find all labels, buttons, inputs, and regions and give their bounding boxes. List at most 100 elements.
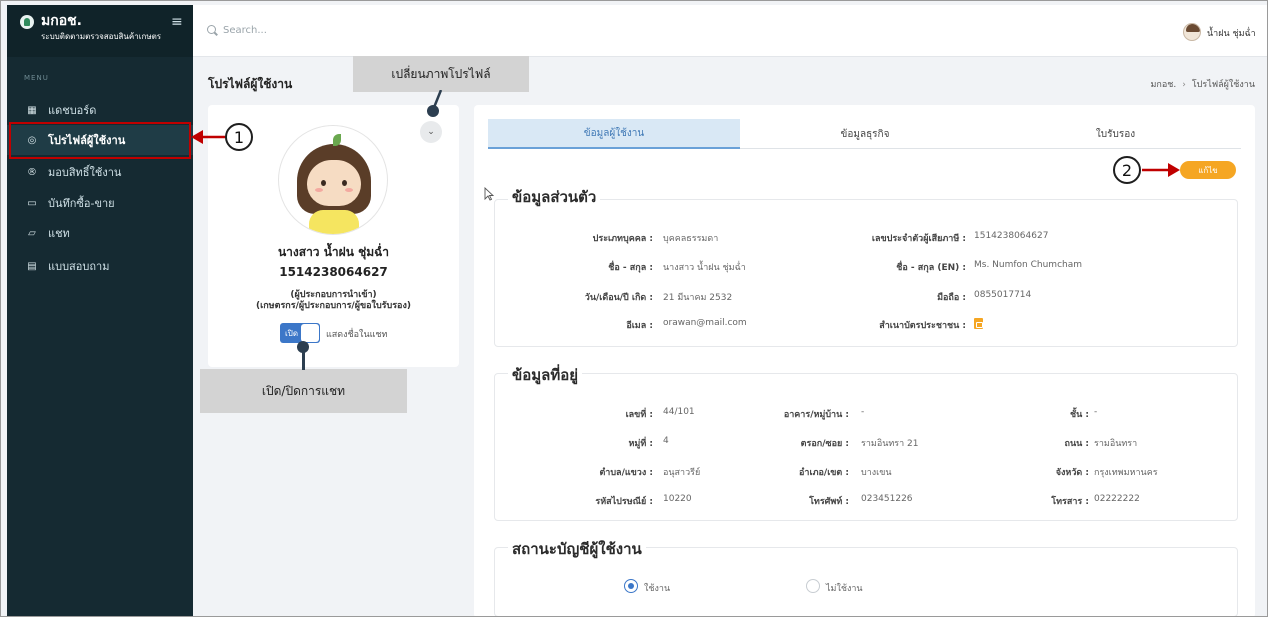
user-detail-panel: ข้อมูลผู้ใช้งาน ข้อมูลธุรกิจ ใบรับรอง แก… bbox=[474, 105, 1255, 616]
status-inactive-radio[interactable] bbox=[806, 579, 820, 593]
field-label: ถนน : bbox=[1064, 439, 1090, 449]
sidebar-item-label: แดชบอร์ด bbox=[48, 104, 97, 117]
field-value: 44/101 bbox=[663, 407, 695, 417]
field-value: 0855017714 bbox=[974, 290, 1032, 300]
callout-toggle-chat: เปิด/ปิดการแชท bbox=[200, 369, 407, 413]
leaf-logo-icon bbox=[20, 15, 34, 29]
field-label: อีเมล : bbox=[626, 321, 653, 331]
field-label: โทรศัพท์ : bbox=[809, 497, 849, 507]
dashboard-icon: ▦ bbox=[27, 104, 37, 116]
breadcrumb-separator-icon: › bbox=[1182, 80, 1186, 90]
user-avatar[interactable] bbox=[1183, 23, 1201, 41]
brand-title: มกอช. bbox=[41, 13, 82, 29]
highlight-profile-menu bbox=[9, 122, 191, 159]
breadcrumb-current: โปรไฟล์ผู้ใช้งาน bbox=[1191, 80, 1255, 90]
app-window: มกอช. ระบบติดตามตรวจสอบสินค้าเกษตร ≡ MEN… bbox=[0, 0, 1268, 617]
sidebar-item-chat[interactable]: ▱ แชท bbox=[7, 218, 193, 248]
sidebar-item-trade-record[interactable]: ▭ บันทึกซื้อ-ขาย bbox=[7, 188, 193, 218]
field-label: ชื่อ - สกุล (EN) : bbox=[896, 263, 966, 273]
callout-dot-icon bbox=[297, 341, 309, 353]
field-label: ตรอก/ซอย : bbox=[800, 439, 849, 449]
personal-info-section bbox=[494, 199, 1238, 347]
sidebar: มกอช. ระบบติดตามตรวจสอบสินค้าเกษตร ≡ MEN… bbox=[7, 5, 193, 616]
arrow-right-icon bbox=[1142, 163, 1180, 177]
chat-visibility-toggle[interactable]: เปิด bbox=[280, 323, 320, 343]
survey-icon: ▤ bbox=[27, 260, 37, 272]
field-label: มือถือ : bbox=[937, 293, 966, 303]
field-value: - bbox=[861, 407, 865, 417]
topbar: น้ำฝน ชุ่มฉ่ำ bbox=[193, 5, 1267, 57]
registered-icon: ® bbox=[27, 166, 37, 178]
chat-icon: ▱ bbox=[28, 227, 36, 239]
document-icon: ▭ bbox=[27, 197, 37, 209]
address-title: ข้อมูลที่อยู่ bbox=[508, 363, 583, 387]
status-inactive-label[interactable]: ไม่ใช้งาน bbox=[826, 581, 863, 595]
annotation-marker-2: 2 bbox=[1113, 156, 1141, 184]
brand-subtitle: ระบบติดตามตรวจสอบสินค้าเกษตร bbox=[41, 32, 162, 41]
profile-avatar bbox=[278, 125, 388, 235]
field-value: - bbox=[1094, 407, 1098, 417]
tab-business-info[interactable]: ข้อมูลธุรกิจ bbox=[740, 119, 990, 149]
menu-caption: MENU bbox=[24, 74, 49, 82]
sidebar-item-survey[interactable]: ▤ แบบสอบถาม bbox=[7, 251, 193, 281]
sidebar-item-dashboard[interactable]: ▦ แดชบอร์ด bbox=[7, 95, 193, 125]
field-label: เลขประจำตัวผู้เสียภาษี : bbox=[871, 234, 966, 244]
breadcrumb: มกอช. › โปรไฟล์ผู้ใช้งาน bbox=[1150, 77, 1255, 91]
profile-role-detail: (เกษตรกร/ผู้ประกอบการ/ผู้ขอใบรับรอง) bbox=[256, 301, 411, 311]
sidebar-item-label: บันทึกซื้อ-ขาย bbox=[48, 197, 115, 210]
sidebar-item-permissions[interactable]: ® มอบสิทธิ์ใช้งาน bbox=[7, 157, 193, 187]
sidebar-item-label: แบบสอบถาม bbox=[48, 260, 110, 273]
status-active-label[interactable]: ใช้งาน bbox=[644, 581, 670, 595]
hamburger-menu-icon[interactable]: ≡ bbox=[171, 14, 183, 30]
user-name[interactable]: น้ำฝน ชุ่มฉ่ำ bbox=[1207, 26, 1256, 40]
search-icon bbox=[207, 25, 216, 34]
field-label: ชื่อ - สกุล : bbox=[608, 263, 653, 273]
tab-bar: ข้อมูลผู้ใช้งาน ข้อมูลธุรกิจ ใบรับรอง bbox=[488, 119, 1241, 149]
toggle-state-label: เปิด bbox=[285, 329, 299, 338]
field-value: กรุงเทพมหานคร bbox=[1094, 468, 1158, 478]
field-value: บางเขน bbox=[861, 468, 892, 478]
search-input[interactable] bbox=[223, 21, 443, 39]
field-label: จังหวัด : bbox=[1055, 468, 1089, 478]
chat-toggle-label: แสดงชื่อในแชท bbox=[326, 330, 388, 340]
field-label: สำเนาบัตรประชาชน : bbox=[879, 321, 966, 331]
field-value: อนุสาวรีย์ bbox=[663, 468, 701, 478]
breadcrumb-home-link[interactable]: มกอช. bbox=[1150, 80, 1176, 90]
profile-tax-id: 1514238064627 bbox=[279, 265, 388, 279]
field-value: 4 bbox=[663, 436, 669, 446]
field-label: หมู่ที่ : bbox=[628, 439, 653, 449]
pdf-file-icon[interactable] bbox=[974, 318, 983, 329]
field-value: orawan@mail.com bbox=[663, 318, 747, 328]
field-label: อาคาร/หมู่บ้าน : bbox=[783, 410, 849, 420]
field-label: โทรสาร : bbox=[1051, 497, 1089, 507]
field-label: ชั้น : bbox=[1070, 410, 1089, 420]
change-photo-chevron-icon[interactable]: ⌄ bbox=[420, 121, 442, 143]
personal-info-title: ข้อมูลส่วนตัว bbox=[508, 185, 601, 209]
field-value: บุคคลธรรมดา bbox=[663, 234, 719, 244]
toggle-knob bbox=[301, 324, 319, 342]
field-label: ตำบล/แขวง : bbox=[599, 468, 653, 478]
edit-button[interactable]: แก้ไข bbox=[1180, 161, 1236, 179]
field-value: นางสาว น้ำฝน ชุ่มฉ่ำ bbox=[663, 263, 746, 273]
field-value: 21 มีนาคม 2532 bbox=[663, 293, 733, 303]
field-label: อำเภอ/เขต : bbox=[799, 468, 849, 478]
callout-pointer-icon bbox=[427, 90, 443, 117]
sidebar-item-label: แชท bbox=[48, 227, 70, 240]
field-value: รามอินทรา bbox=[1094, 439, 1138, 449]
field-value: รามอินทรา 21 bbox=[861, 439, 919, 449]
field-value: Ms. Numfon Chumcham bbox=[974, 260, 1083, 270]
tab-certificates[interactable]: ใบรับรอง bbox=[990, 119, 1241, 149]
field-value: 02222222 bbox=[1094, 494, 1140, 504]
annotation-marker-1: 1 bbox=[225, 123, 253, 151]
field-label: ประเภทบุคคล : bbox=[592, 234, 653, 244]
field-label: รหัสไปรษณีย์ : bbox=[595, 497, 653, 507]
mouse-cursor-icon bbox=[484, 187, 494, 201]
field-label: เลขที่ : bbox=[625, 410, 653, 420]
status-active-radio[interactable] bbox=[624, 579, 638, 593]
brand[interactable]: มกอช. ระบบติดตามตรวจสอบสินค้าเกษตร ≡ bbox=[7, 5, 193, 57]
field-value: 1514238064627 bbox=[974, 231, 1049, 241]
callout-change-photo: เปลี่ยนภาพโปรไฟล์ bbox=[353, 56, 529, 92]
tab-user-info[interactable]: ข้อมูลผู้ใช้งาน bbox=[488, 119, 740, 149]
account-status-title: สถานะบัญชีผู้ใช้งาน bbox=[508, 537, 646, 561]
field-label: วัน/เดือน/ปี เกิด : bbox=[584, 293, 653, 303]
